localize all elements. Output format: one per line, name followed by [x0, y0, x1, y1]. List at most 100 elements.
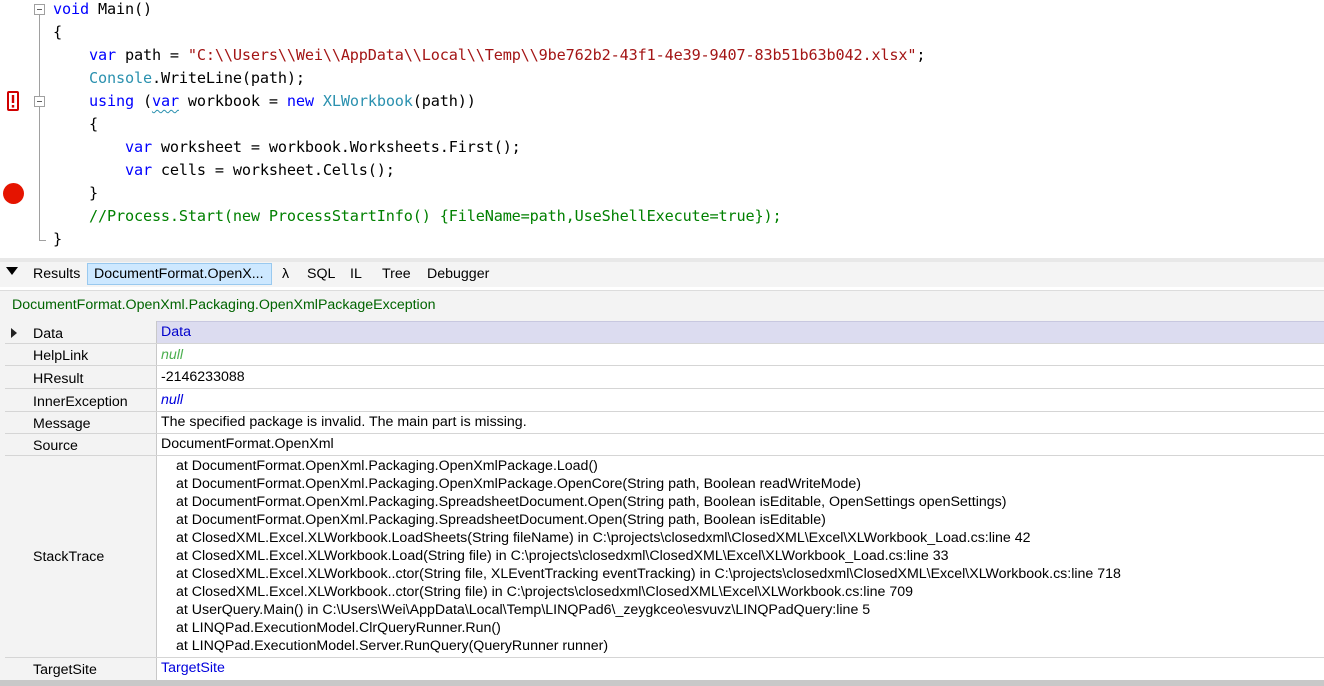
stacktrace-line: at DocumentFormat.OpenXml.Packaging.Spre…: [176, 512, 826, 528]
row-label-cell: TargetSite: [5, 658, 157, 680]
code-line[interactable]: {: [53, 113, 98, 136]
row-label: Message: [33, 416, 91, 432]
editor-gutter[interactable]: [0, 0, 30, 258]
data-value: Data: [161, 324, 191, 340]
stacktrace-line: at DocumentFormat.OpenXml.Packaging.Spre…: [176, 494, 1007, 510]
table-row[interactable]: Data Data: [5, 321, 1324, 344]
code-line[interactable]: var cells = worksheet.Cells();: [53, 159, 395, 182]
code-token: worksheet = workbook.Worksheets.First();: [151, 138, 521, 156]
code-token: }: [53, 184, 98, 202]
fold-guide-end: [39, 240, 46, 241]
row-label: HelpLink: [33, 348, 89, 364]
code-token: {: [53, 115, 98, 133]
code-line[interactable]: //Process.Start(new ProcessStartInfo() {…: [53, 205, 782, 228]
exception-type: DocumentFormat.OpenXml.Packaging.OpenXml…: [12, 297, 436, 313]
tab-exception[interactable]: DocumentFormat.OpenX...: [87, 263, 272, 285]
table-row: HelpLink null: [5, 344, 1324, 366]
row-label-cell: Source: [5, 434, 157, 455]
exception-type-header: DocumentFormat.OpenXml.Packaging.OpenXml…: [0, 290, 1324, 321]
tab-sql[interactable]: SQL: [301, 263, 341, 285]
row-label-cell: Data: [5, 321, 157, 343]
code-token: var: [88, 46, 116, 64]
code-editor[interactable]: void Main() { var path = "C:\\Users\\Wei\…: [0, 0, 1324, 258]
stacktrace-line: at DocumentFormat.OpenXml.Packaging.Open…: [176, 458, 598, 474]
tab-tree[interactable]: Tree: [376, 263, 417, 285]
row-label-cell: Message: [5, 412, 157, 433]
table-row: Source DocumentFormat.OpenXml: [5, 434, 1324, 456]
tab-il[interactable]: IL: [344, 263, 368, 285]
helplink-value: null: [161, 347, 184, 363]
data-header-cell[interactable]: Data: [157, 321, 1324, 343]
code-token: workbook =: [178, 92, 287, 110]
code-token: XLWorkbook: [322, 92, 413, 110]
row-label: InnerException: [33, 394, 128, 410]
code-line[interactable]: void Main(): [53, 0, 152, 21]
row-label: Data: [33, 326, 63, 342]
code-token: new: [286, 92, 314, 110]
fold-toggle-main[interactable]: [34, 4, 45, 15]
row-label: Source: [33, 438, 78, 454]
code-token: cells = worksheet.Cells();: [151, 161, 395, 179]
expand-icon[interactable]: [11, 328, 17, 338]
code-token: Console: [88, 69, 152, 87]
code-token: (: [133, 92, 152, 110]
fold-guide: [39, 15, 40, 240]
tab-results[interactable]: Results: [27, 263, 86, 285]
tab-lambda[interactable]: λ: [276, 263, 295, 285]
code-token: ;: [916, 46, 926, 64]
stacktrace-line: at LINQPad.ExecutionModel.Server.RunQuer…: [176, 638, 609, 654]
inner-exception-value[interactable]: null: [161, 392, 183, 408]
stacktrace-line: at DocumentFormat.OpenXml.Packaging.Open…: [176, 476, 862, 492]
code-token: var: [124, 161, 152, 179]
code-token: Main(): [88, 0, 152, 18]
code-line[interactable]: }: [53, 228, 62, 251]
message-value: The specified package is invalid. The ma…: [161, 414, 527, 430]
code-token: using: [88, 92, 134, 110]
stacktrace-line: at LINQPad.ExecutionModel.ClrQueryRunner…: [176, 620, 501, 636]
stacktrace-line: at UserQuery.Main() in C:\Users\Wei\AppD…: [176, 602, 871, 618]
tab-debugger[interactable]: Debugger: [421, 263, 495, 285]
code-line[interactable]: }: [53, 182, 98, 205]
code-token: path =: [115, 46, 188, 64]
code-token: //Process.Start(new ProcessStartInfo() {…: [88, 207, 782, 225]
code-line[interactable]: var worksheet = workbook.Worksheets.Firs…: [53, 136, 521, 159]
table-row: HResult -2146233088: [5, 366, 1324, 389]
table-row: TargetSite TargetSite: [5, 658, 1324, 680]
code-token: var: [151, 92, 179, 110]
code-token: {: [53, 23, 62, 41]
stacktrace-line: at ClosedXML.Excel.XLWorkbook.LoadSheets…: [176, 530, 1031, 546]
code-token: .WriteLine(path);: [151, 69, 305, 87]
breakpoint-icon[interactable]: [3, 183, 24, 204]
code-line[interactable]: var path = "C:\\Users\\Wei\\AppData\\Loc…: [53, 44, 926, 67]
code-token: void: [53, 0, 89, 18]
code-line[interactable]: {: [53, 21, 62, 44]
collapse-panel-icon[interactable]: [6, 267, 18, 275]
horizontal-scrollbar[interactable]: [0, 680, 1324, 686]
fold-toggle-using[interactable]: [34, 96, 45, 107]
code-token: var: [124, 138, 152, 156]
code-token: }: [53, 230, 62, 248]
code-line[interactable]: Console.WriteLine(path);: [53, 67, 305, 90]
hresult-value: -2146233088: [161, 369, 245, 385]
source-value: DocumentFormat.OpenXml: [161, 436, 334, 452]
targetsite-value[interactable]: TargetSite: [161, 660, 225, 676]
table-row: StackTrace at DocumentFormat.OpenXml.Pac…: [5, 456, 1324, 658]
exception-marker-icon: [7, 91, 19, 111]
code-token: "C:\\Users\\Wei\\AppData\\Local\\Temp\\9…: [187, 46, 917, 64]
stacktrace-line: at ClosedXML.Excel.XLWorkbook..ctor(Stri…: [176, 566, 1121, 582]
row-label-cell: InnerException: [5, 389, 157, 411]
stacktrace-line: at ClosedXML.Excel.XLWorkbook..ctor(Stri…: [176, 584, 913, 600]
code-line[interactable]: using (var workbook = new XLWorkbook(pat…: [53, 90, 476, 113]
stacktrace-line: at ClosedXML.Excel.XLWorkbook.Load(Strin…: [176, 548, 949, 564]
row-label: HResult: [33, 371, 84, 387]
row-label-cell: HelpLink: [5, 344, 157, 365]
table-row: InnerException null: [5, 389, 1324, 412]
row-label-cell: StackTrace: [5, 456, 157, 657]
